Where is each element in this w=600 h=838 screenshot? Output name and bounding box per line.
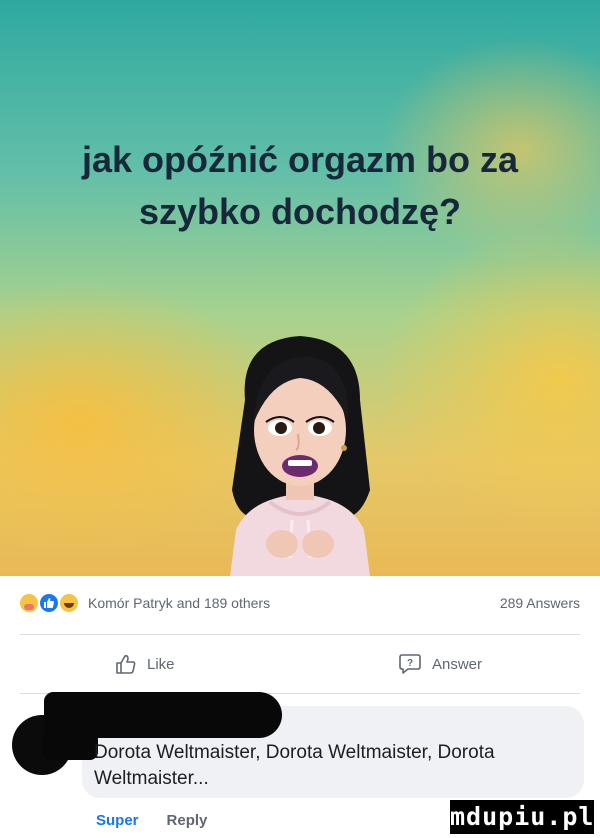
redaction-mark xyxy=(42,730,98,760)
post-actions-row: Like ? Answer xyxy=(20,648,580,680)
like-label: Like xyxy=(147,655,175,673)
super-reaction-link[interactable]: Super xyxy=(96,812,139,829)
thumbs-up-icon xyxy=(116,655,136,674)
care-icon xyxy=(20,594,38,612)
comment-text: Dorota Weltmaister, Dorota Weltmaister, … xyxy=(94,742,495,789)
like-button[interactable]: Like xyxy=(115,648,175,680)
question-title: jak opóźnić orgazm bo za szybko dochodzę… xyxy=(81,139,519,232)
answer-label: Answer xyxy=(432,655,483,673)
author-avatar-illustration xyxy=(210,330,390,576)
answer-bubble-icon: ? xyxy=(399,654,421,674)
reaction-icons xyxy=(20,594,80,612)
svg-text:?: ? xyxy=(407,658,413,669)
like-icon xyxy=(40,594,58,612)
reactors-text[interactable]: Komór Patryk and 189 others xyxy=(88,595,270,611)
answer-button[interactable]: ? Answer xyxy=(398,648,482,680)
reply-link[interactable]: Reply xyxy=(167,812,208,829)
reactions-summary-row[interactable]: Komór Patryk and 189 others 289 Answers xyxy=(20,590,580,616)
answers-count[interactable]: 289 Answers xyxy=(500,595,580,611)
haha-icon xyxy=(60,594,78,612)
comment-actions: Super Reply xyxy=(96,812,207,829)
divider xyxy=(20,634,580,635)
site-watermark-logo: mdupiu.pl xyxy=(450,800,594,834)
post-background-image: jak opóźnić orgazm bo za szybko dochodzę… xyxy=(0,0,600,576)
